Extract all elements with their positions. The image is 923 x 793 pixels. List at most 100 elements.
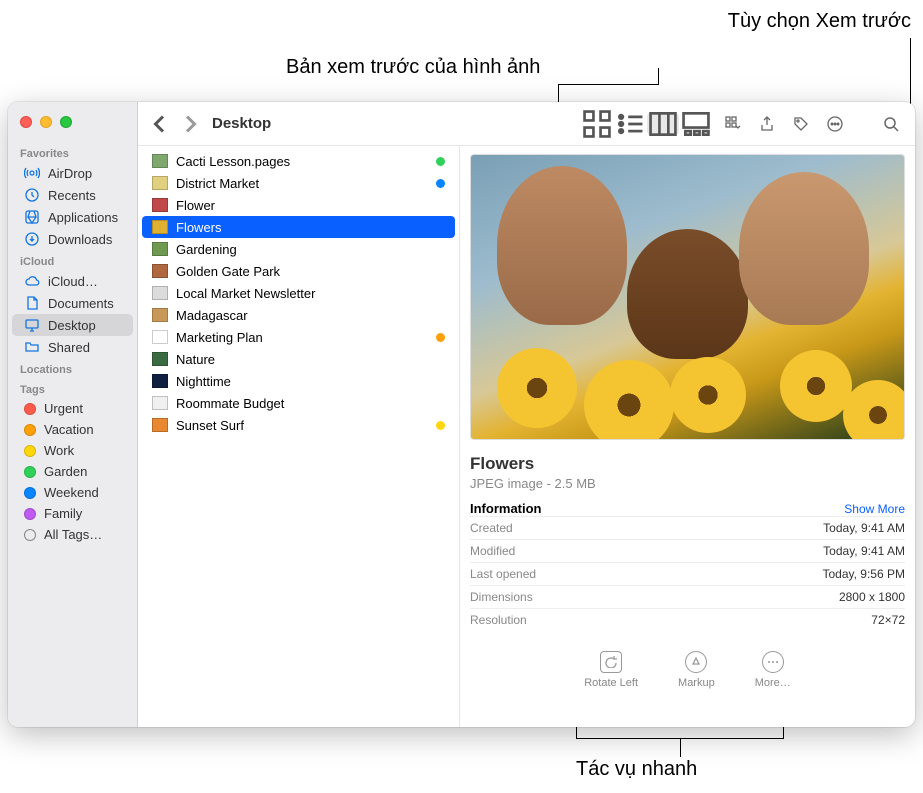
window-title: Desktop [212, 115, 271, 132]
file-name-label: Golden Gate Park [176, 264, 445, 279]
more-action[interactable]: More… [755, 651, 791, 689]
sidebar-icloud-desktop[interactable]: Desktop [12, 314, 133, 336]
tags-button[interactable] [787, 112, 815, 136]
preview-image[interactable] [470, 154, 905, 440]
file-row[interactable]: Flowers [142, 216, 455, 238]
share-button[interactable] [753, 112, 781, 136]
file-thumbnail-icon [152, 330, 168, 344]
sidebar-tag-label: Family [44, 506, 82, 521]
sidebar-fav-applications[interactable]: Applications [12, 206, 133, 228]
show-more-link[interactable]: Show More [844, 502, 905, 516]
sidebar-icloud-icloud[interactable]: iCloud… [12, 270, 133, 292]
close-button[interactable] [20, 116, 32, 128]
sidebar-tag-alltags[interactable]: All Tags… [12, 524, 133, 545]
markup-action[interactable]: Markup [678, 651, 715, 689]
forward-button[interactable] [178, 112, 202, 136]
file-name-label: Sunset Surf [176, 418, 428, 433]
info-key: Last opened [470, 567, 536, 581]
list-view-button[interactable] [614, 112, 646, 136]
folder-icon [24, 339, 40, 355]
icon-view-button[interactable] [581, 112, 613, 136]
gallery-view-button[interactable] [680, 112, 712, 136]
info-value: Today, 9:41 AM [823, 521, 905, 535]
action-menu-button[interactable] [821, 112, 849, 136]
file-row[interactable]: Local Market Newsletter [142, 282, 455, 304]
minimize-button[interactable] [40, 116, 52, 128]
file-thumbnail-icon [152, 242, 168, 256]
group-by-button[interactable] [719, 112, 747, 136]
file-name-label: Nighttime [176, 374, 445, 389]
file-thumbnail-icon [152, 154, 168, 168]
sidebar: Favorites AirDropRecentsApplicationsDown… [8, 102, 138, 727]
more-label: More… [755, 677, 791, 689]
info-value: 2800 x 1800 [839, 590, 905, 604]
info-key: Created [470, 521, 513, 535]
apps-icon [24, 209, 40, 225]
file-tag-dot-icon [436, 179, 445, 188]
sidebar-section-icloud: iCloud [8, 250, 137, 270]
rotate-left-action[interactable]: Rotate Left [584, 651, 638, 689]
file-row[interactable]: Flower [142, 194, 455, 216]
preview-subtitle: JPEG image - 2.5 MB [470, 476, 905, 491]
file-name-label: Madagascar [176, 308, 445, 323]
file-row[interactable]: Sunset Surf [142, 414, 455, 436]
sidebar-item-label: Documents [48, 296, 114, 311]
file-name-label: District Market [176, 176, 428, 191]
file-row[interactable]: Nighttime [142, 370, 455, 392]
desktop-icon [24, 317, 40, 333]
file-thumbnail-icon [152, 286, 168, 300]
zoom-button[interactable] [60, 116, 72, 128]
search-button[interactable] [877, 112, 905, 136]
markup-icon [685, 651, 707, 673]
view-mode-group [580, 111, 713, 137]
sidebar-tag-vacation[interactable]: Vacation [12, 419, 133, 440]
sidebar-tag-weekend[interactable]: Weekend [12, 482, 133, 503]
callout-preview-options: Tùy chọn Xem trước [728, 10, 911, 33]
file-name-label: Gardening [176, 242, 445, 257]
sidebar-item-label: Desktop [48, 318, 96, 333]
sidebar-tag-work[interactable]: Work [12, 440, 133, 461]
sidebar-tag-garden[interactable]: Garden [12, 461, 133, 482]
info-row: Dimensions2800 x 1800 [470, 585, 905, 608]
info-row: Resolution72×72 [470, 608, 905, 631]
main-area: Desktop Cacti Lesson.pages District Marke… [138, 102, 915, 727]
column-view-button[interactable] [647, 112, 679, 136]
sidebar-item-label: AirDrop [48, 166, 92, 181]
tag-dot-icon [24, 424, 36, 436]
file-thumbnail-icon [152, 374, 168, 388]
sidebar-tag-label: Garden [44, 464, 87, 479]
file-row[interactable]: Marketing Plan [142, 326, 455, 348]
sidebar-item-label: Recents [48, 188, 96, 203]
file-name-label: Marketing Plan [176, 330, 428, 345]
back-button[interactable] [148, 112, 172, 136]
sidebar-fav-recents[interactable]: Recents [12, 184, 133, 206]
file-row[interactable]: District Market [142, 172, 455, 194]
sidebar-tag-urgent[interactable]: Urgent [12, 398, 133, 419]
callout-bracket [576, 725, 784, 739]
file-row[interactable]: Nature [142, 348, 455, 370]
file-thumbnail-icon [152, 176, 168, 190]
info-header: Information Show More [470, 501, 905, 516]
file-name-label: Nature [176, 352, 445, 367]
info-label: Information [470, 501, 542, 516]
sidebar-tag-family[interactable]: Family [12, 503, 133, 524]
sidebar-fav-downloads[interactable]: Downloads [12, 228, 133, 250]
sidebar-fav-airdrop[interactable]: AirDrop [12, 162, 133, 184]
file-name-label: Local Market Newsletter [176, 286, 445, 301]
sidebar-section-tags: Tags [8, 378, 137, 398]
sidebar-tag-label: Vacation [44, 422, 94, 437]
file-row[interactable]: Gardening [142, 238, 455, 260]
file-row[interactable]: Golden Gate Park [142, 260, 455, 282]
file-list[interactable]: Cacti Lesson.pages District Market Flower F… [138, 146, 460, 727]
file-row[interactable]: Roommate Budget [142, 392, 455, 414]
file-row[interactable]: Cacti Lesson.pages [142, 150, 455, 172]
info-value: Today, 9:56 PM [823, 567, 906, 581]
cloud-icon [24, 273, 40, 289]
file-thumbnail-icon [152, 198, 168, 212]
file-row[interactable]: Madagascar [142, 304, 455, 326]
sidebar-section-locations: Locations [8, 358, 137, 378]
download-icon [24, 231, 40, 247]
sidebar-icloud-documents[interactable]: Documents [12, 292, 133, 314]
sidebar-icloud-shared[interactable]: Shared [12, 336, 133, 358]
file-name-label: Flower [176, 198, 445, 213]
